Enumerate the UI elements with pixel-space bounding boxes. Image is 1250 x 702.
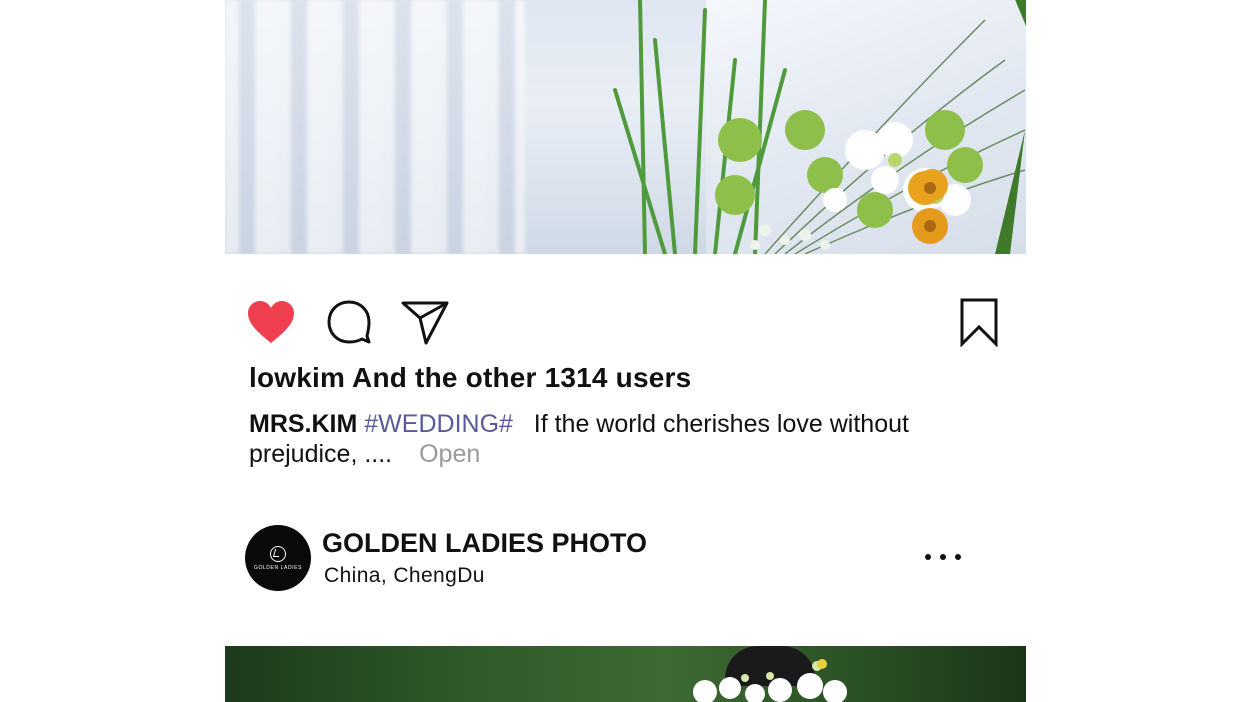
comment-button[interactable] xyxy=(323,296,375,348)
heart-icon xyxy=(248,301,294,343)
profile-name[interactable]: GOLDEN LADIES PHOTO xyxy=(322,528,647,559)
post-photo-bottom[interactable] xyxy=(225,646,1026,702)
profile-row: GOLDEN LADIES GOLDEN LADIES PHOTO China,… xyxy=(245,525,1005,591)
like-button[interactable] xyxy=(245,296,297,348)
more-dots-icon xyxy=(925,554,931,560)
likes-summary[interactable]: lowkim And the other 1314 users xyxy=(249,362,691,394)
post-caption: MRS.KIM #WEDDING# If the world cherishes… xyxy=(249,409,949,469)
profile-location[interactable]: China, ChengDu xyxy=(324,564,485,588)
caption-hashtag[interactable]: #WEDDING# xyxy=(364,410,513,438)
flower-crown-illustration xyxy=(693,659,847,702)
more-dots-icon xyxy=(955,554,961,560)
share-button[interactable] xyxy=(399,296,451,348)
brand-logo-icon xyxy=(270,545,286,562)
more-dots-icon xyxy=(940,554,946,560)
bouquet-illustration xyxy=(613,0,1025,254)
caption-open-link[interactable]: Open xyxy=(419,440,480,468)
more-options-button[interactable] xyxy=(925,545,961,569)
caption-author[interactable]: MRS.KIM xyxy=(249,410,357,438)
send-icon xyxy=(401,301,449,345)
bookmark-icon xyxy=(960,298,998,347)
comment-bubble-icon xyxy=(327,300,371,344)
feed-screen: lowkim And the other 1314 users MRS.KIM … xyxy=(0,0,1250,702)
avatar[interactable]: GOLDEN LADIES xyxy=(245,525,311,591)
post-actions xyxy=(245,296,1005,348)
post-photo-top[interactable] xyxy=(225,0,1026,254)
avatar-text: GOLDEN LADIES xyxy=(253,564,303,571)
bookmark-button[interactable] xyxy=(953,296,1005,348)
